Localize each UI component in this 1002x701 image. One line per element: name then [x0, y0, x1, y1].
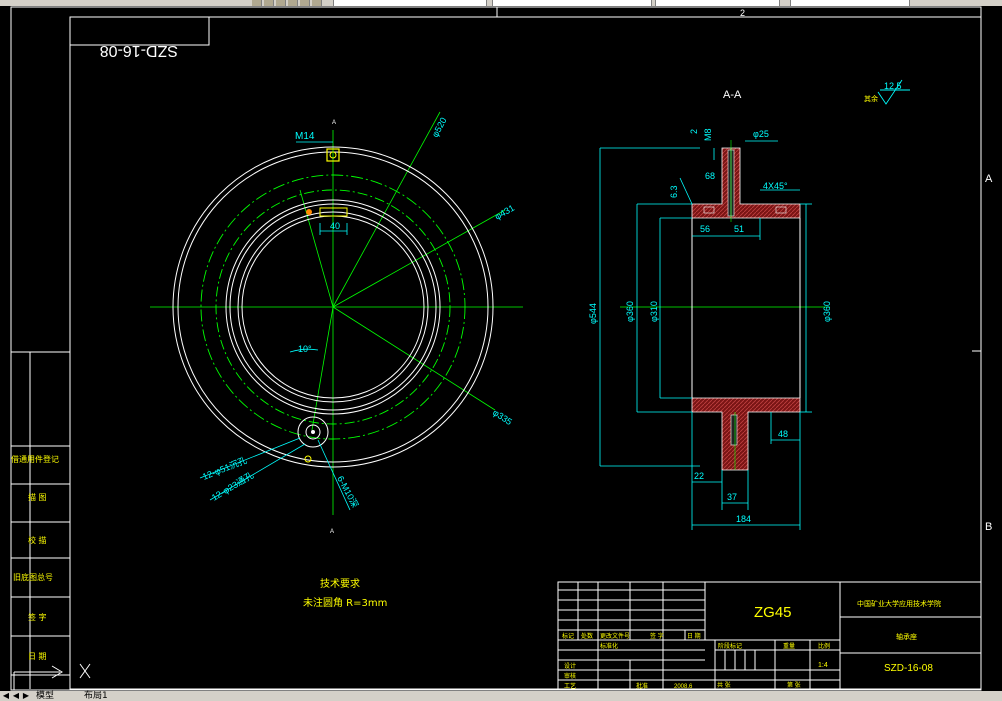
tb-drawing-number: SZD-16-08	[884, 663, 933, 674]
side-label-4: 签 字	[28, 612, 47, 622]
tb-label-3: 签 字	[650, 632, 664, 640]
tb-label-1: 处数	[581, 632, 593, 640]
dim-m14: M14	[295, 131, 315, 142]
side-label-1: 描 图	[28, 492, 47, 502]
tab-layout1[interactable]: 布局1	[84, 691, 108, 701]
roughness-value: 12.5	[884, 81, 902, 91]
dim-w40: 40	[330, 221, 340, 231]
layout-tabs-bar: ◀ ◀ ▶ 模型 布局1	[0, 691, 1002, 701]
side-label-0: 借通用件登记	[11, 454, 59, 464]
tab-next-icon[interactable]: ▶	[22, 692, 30, 700]
drawing-number-box	[69, 16, 210, 46]
tb-scale-value: 1:4	[818, 662, 828, 669]
tb-stage-label: 阶段标记	[718, 642, 742, 650]
tb-date: 2008.6	[674, 684, 693, 690]
dim-roughness-6-3: 6.3	[669, 185, 679, 198]
dim-angle10: 10°	[298, 344, 312, 354]
dim-37: 37	[727, 492, 737, 502]
front-dimensions	[199, 141, 351, 511]
side-label-2: 校 描	[28, 535, 47, 545]
section-marker-top: A	[332, 120, 336, 126]
notes-title: 技术要求	[320, 577, 360, 590]
dim-184: 184	[736, 514, 751, 524]
tb-label-4: 日 期	[687, 632, 701, 640]
dim-68: 68	[705, 171, 715, 181]
tb-standardization: 标准化	[600, 642, 618, 650]
tb-organization: 中国矿业大学应用技术学院	[857, 599, 941, 608]
dim-d360-left: φ360	[625, 301, 635, 322]
tb-checker: 审核	[564, 672, 576, 680]
border-ref-top: 2	[740, 8, 745, 18]
side-label-3: 旧底图总号	[13, 572, 53, 582]
drawing-canvas[interactable]: 借通用件登记 描 图 校 描 旧底图总号 签 字 日 期 2 A B SZD-1…	[0, 0, 1002, 701]
section-marker-bot: A	[330, 529, 334, 535]
dim-48: 48	[778, 429, 788, 439]
tb-approve: 批准	[636, 682, 648, 690]
dim-d431: φ431	[493, 203, 516, 222]
tab-first-icon[interactable]: ◀	[2, 692, 10, 700]
sheet-frame	[10, 6, 982, 691]
tb-label-2: 更改文件号	[600, 632, 630, 640]
roughness-prefix: 其余	[864, 94, 878, 103]
drawing-number-mirror: SZD-16-08	[100, 42, 178, 59]
tab-prev-icon[interactable]: ◀	[12, 692, 20, 700]
section-dimensions	[599, 140, 812, 530]
tb-material: ZG45	[754, 604, 792, 621]
section-label: A-A	[723, 89, 742, 101]
notes-line: 未注圆角 R=3mm	[303, 596, 387, 609]
dim-51: 51	[734, 224, 744, 234]
border-ref-A: A	[985, 173, 993, 185]
dim-2: 2	[689, 129, 699, 134]
tb-part-name: 轴承座	[896, 632, 917, 641]
tb-process: 工艺	[564, 682, 576, 690]
side-panel	[11, 352, 70, 689]
tb-sheets: 共 张	[717, 681, 731, 689]
dim-d520: φ520	[430, 116, 449, 139]
dim-d360-right: φ360	[822, 301, 832, 322]
tab-model[interactable]: 模型	[36, 691, 54, 701]
border-ref-B: B	[985, 521, 992, 533]
tb-scale-label: 比例	[818, 642, 830, 650]
dim-m8: M8	[703, 128, 713, 141]
ucs-icon	[13, 663, 91, 690]
tb-designer: 设计	[564, 662, 576, 670]
tb-weight-label: 重量	[783, 642, 795, 650]
dim-d544: φ544	[588, 303, 598, 324]
dim-chamfer: 4X45°	[763, 181, 788, 191]
dim-d335: φ335	[491, 407, 514, 427]
dim-56: 56	[700, 224, 710, 234]
dim-d25: φ25	[753, 129, 769, 139]
tb-label-0: 标记	[562, 632, 574, 640]
dim-22: 22	[694, 471, 704, 481]
front-view	[150, 111, 523, 515]
dim-d310: φ310	[649, 301, 659, 322]
side-label-5: 日 期	[28, 652, 47, 661]
tb-sheet-no: 第 张	[787, 681, 801, 689]
